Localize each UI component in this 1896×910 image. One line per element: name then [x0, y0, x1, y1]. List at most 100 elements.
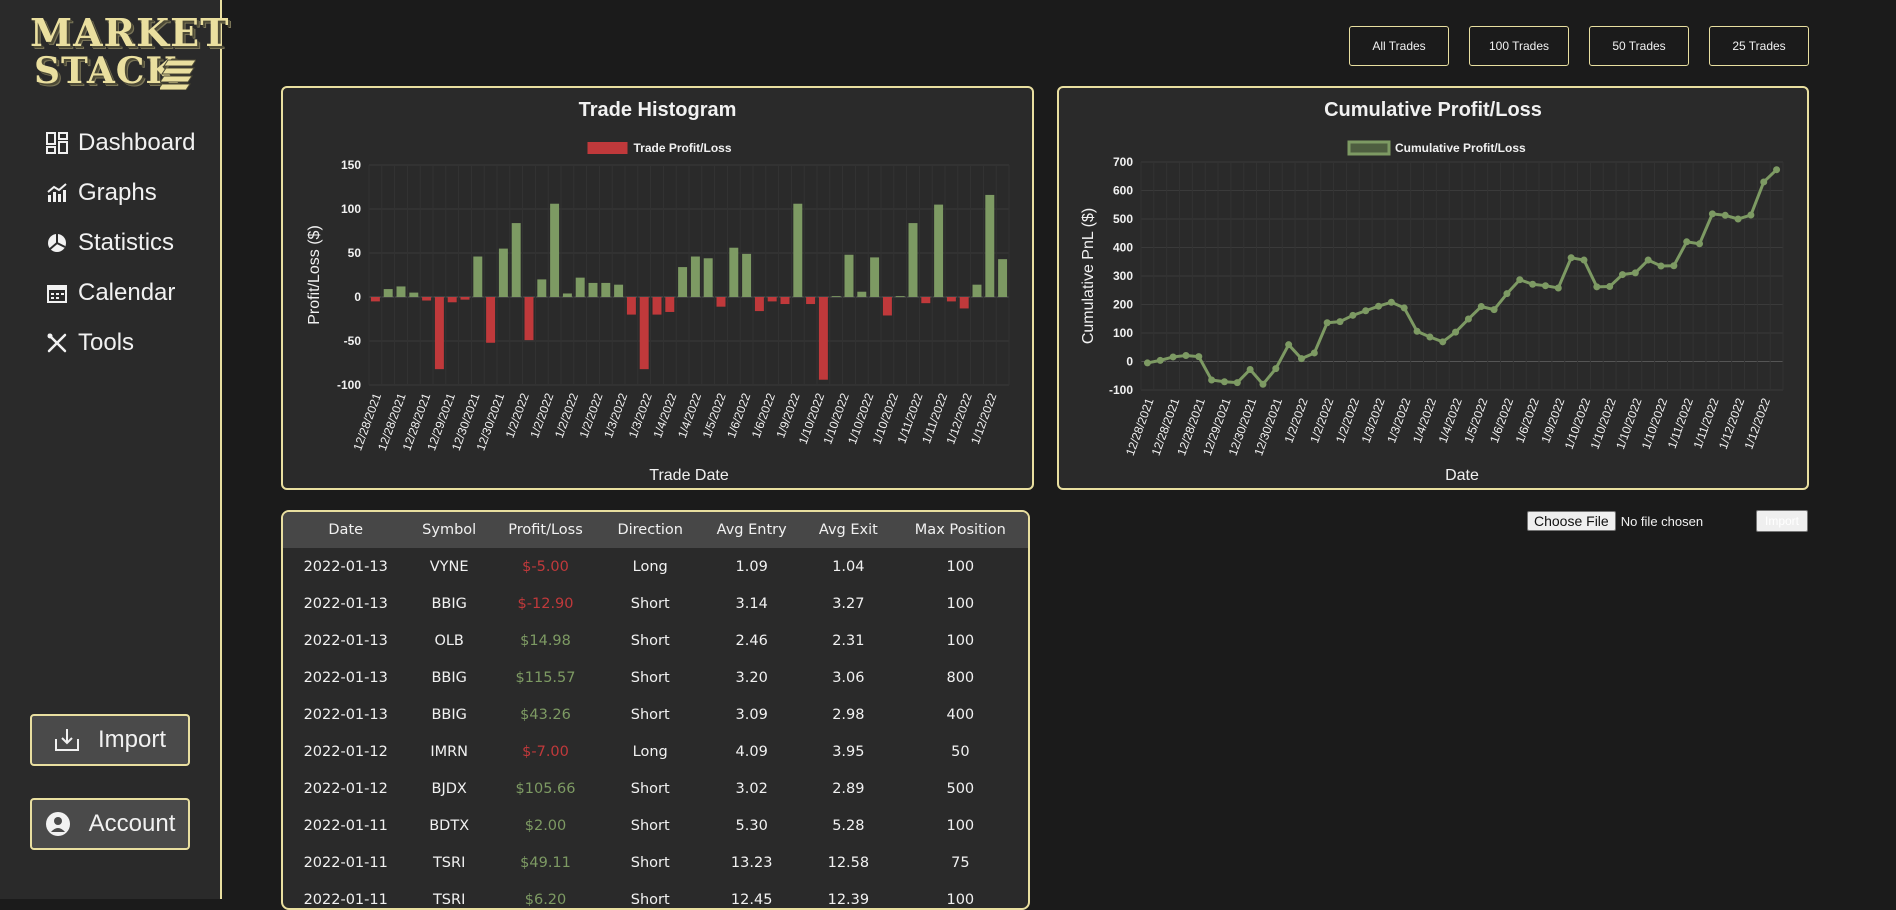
cell-direction: Short — [630, 854, 670, 871]
y-tick-label: 150 — [341, 158, 361, 172]
cell-symbol: BBIG — [431, 595, 467, 612]
file-import-button[interactable]: Import — [1756, 510, 1808, 532]
column-header-avg-entry[interactable]: Avg Entry — [699, 512, 804, 548]
cell-avg-entry: 3.09 — [735, 706, 768, 723]
cell-avg-exit: 2.31 — [832, 632, 865, 649]
sidebar-item-statistics[interactable]: Statistics — [46, 218, 195, 268]
histogram-bar — [895, 296, 905, 297]
table-header-row: Date Symbol Profit/Loss Direction Avg En… — [283, 512, 1028, 548]
logo-line-1: MARKET — [30, 10, 230, 55]
data-point — [1554, 284, 1562, 292]
histogram-bar — [716, 297, 726, 307]
cell-direction: Short — [630, 595, 670, 612]
histogram-bar — [742, 253, 752, 297]
data-point — [1182, 352, 1190, 360]
x-axis-label: Date — [1445, 467, 1479, 484]
sidebar-item-calendar[interactable]: Calendar — [46, 268, 195, 318]
data-point — [1593, 283, 1601, 291]
column-header-date[interactable]: Date — [283, 512, 408, 548]
cell-direction: Long — [632, 743, 668, 760]
filter-100-trades-button[interactable]: 100 Trades — [1469, 26, 1569, 66]
sidebar-item-label: Dashboard — [78, 129, 196, 156]
data-point — [1708, 210, 1716, 218]
sidebar-item-tools[interactable]: Tools — [46, 318, 195, 368]
graph-icon — [47, 183, 67, 202]
table-row[interactable]: 2022-01-13 BBIG $115.57 Short 3.20 3.06 800 — [283, 659, 1028, 696]
histogram-bar — [921, 297, 931, 304]
x-tick-label: 1/3/2022 — [1359, 396, 1388, 445]
table-row[interactable]: 2022-01-13 VYNE $-5.00 Long 1.09 1.04 100 — [283, 548, 1028, 585]
cell-direction: Short — [630, 817, 670, 834]
table-row[interactable]: 2022-01-11 BDTX $2.00 Short 5.30 5.28 100 — [283, 807, 1028, 844]
import-button[interactable]: Import — [30, 714, 190, 766]
data-point — [1670, 262, 1678, 270]
sidebar-item-graphs[interactable]: Graphs — [46, 168, 195, 218]
filter-25-trades-button[interactable]: 25 Trades — [1709, 26, 1809, 66]
table-row[interactable]: 2022-01-12 BJDX $105.66 Short 3.02 2.89 500 — [283, 770, 1028, 807]
x-tick-label: 1/9/2022 — [1538, 396, 1567, 445]
sidebar-item-label: Graphs — [78, 179, 157, 206]
table-row[interactable]: 2022-01-11 TSRI $6.20 Short 12.45 12.39 100 — [283, 881, 1028, 908]
column-header-avg-exit[interactable]: Avg Exit — [804, 512, 893, 548]
logo-stripes-icon — [160, 59, 196, 90]
cell-date: 2022-01-13 — [303, 595, 388, 612]
data-point — [1259, 380, 1267, 388]
trades-table: Date Symbol Profit/Loss Direction Avg En… — [283, 512, 1028, 908]
cell-symbol: TSRI — [432, 891, 466, 908]
cell-date: 2022-01-13 — [303, 706, 388, 723]
market-stack-logo[interactable]: MARKET STACK — [28, 8, 228, 92]
x-tick-label: 1/5/2022 — [1461, 396, 1490, 445]
account-button[interactable]: Account — [30, 798, 190, 850]
data-point — [1696, 240, 1704, 248]
data-point — [1310, 349, 1318, 357]
column-header-direction[interactable]: Direction — [601, 512, 699, 548]
column-header-profit-loss[interactable]: Profit/Loss — [490, 512, 601, 548]
cell-avg-entry: 3.14 — [735, 595, 768, 612]
filter-all-trades-button[interactable]: All Trades — [1349, 26, 1449, 66]
cell-max-position: 400 — [946, 706, 975, 723]
table-row[interactable]: 2022-01-11 TSRI $49.11 Short 13.23 12.58 75 — [283, 844, 1028, 881]
y-tick-label: 500 — [1113, 212, 1133, 226]
choose-file-button[interactable]: Choose File — [1527, 511, 1616, 531]
column-header-symbol[interactable]: Symbol — [408, 512, 489, 548]
histogram-bar — [946, 297, 956, 302]
sidebar-item-dashboard[interactable]: Dashboard — [46, 118, 195, 168]
histogram-bar — [959, 297, 969, 309]
account-icon — [45, 812, 70, 836]
cell-max-position: 100 — [946, 817, 975, 834]
cell-date: 2022-01-13 — [303, 558, 388, 575]
data-point — [1580, 256, 1588, 264]
cell-profit-loss: $115.57 — [515, 669, 576, 686]
x-tick-label: 1/3/2022 — [1384, 396, 1413, 445]
y-tick-label: 100 — [341, 202, 361, 216]
table-row[interactable]: 2022-01-13 OLB $14.98 Short 2.46 2.31 100 — [283, 622, 1028, 659]
histogram-bar — [882, 297, 892, 316]
cell-direction: Long — [632, 558, 668, 575]
cell-profit-loss: $2.00 — [524, 817, 567, 834]
histogram-bar — [998, 259, 1008, 297]
data-point — [1567, 254, 1575, 262]
histogram-bar — [678, 267, 688, 297]
histogram-bar — [370, 297, 380, 302]
table-row[interactable]: 2022-01-13 BBIG $-12.90 Short 3.14 3.27 100 — [283, 585, 1028, 622]
cell-date: 2022-01-12 — [303, 780, 388, 797]
data-point — [1195, 353, 1203, 361]
cell-profit-loss: $6.20 — [524, 891, 567, 908]
trades-table-panel: Date Symbol Profit/Loss Direction Avg En… — [281, 510, 1030, 910]
cell-symbol: BBIG — [431, 706, 467, 723]
table-row[interactable]: 2022-01-13 BBIG $43.26 Short 3.09 2.98 400 — [283, 696, 1028, 733]
data-point — [1336, 318, 1344, 326]
histogram-bar — [422, 297, 432, 301]
filter-50-trades-button[interactable]: 50 Trades — [1589, 26, 1689, 66]
cell-profit-loss: $-5.00 — [522, 558, 569, 575]
data-point — [1516, 276, 1524, 284]
data-point — [1721, 211, 1729, 219]
cell-symbol: BBIG — [431, 669, 467, 686]
table-row[interactable]: 2022-01-12 IMRN $-7.00 Long 4.09 3.95 50 — [283, 733, 1028, 770]
data-point — [1400, 304, 1408, 312]
data-point — [1285, 341, 1293, 349]
column-header-max-position[interactable]: Max Position — [893, 512, 1028, 548]
trade-histogram-chart: Trade Histogram Trade Profit/Loss 150 100 50… — [306, 99, 1010, 484]
cell-avg-entry: 3.02 — [735, 780, 768, 797]
histogram-bar — [486, 297, 496, 343]
